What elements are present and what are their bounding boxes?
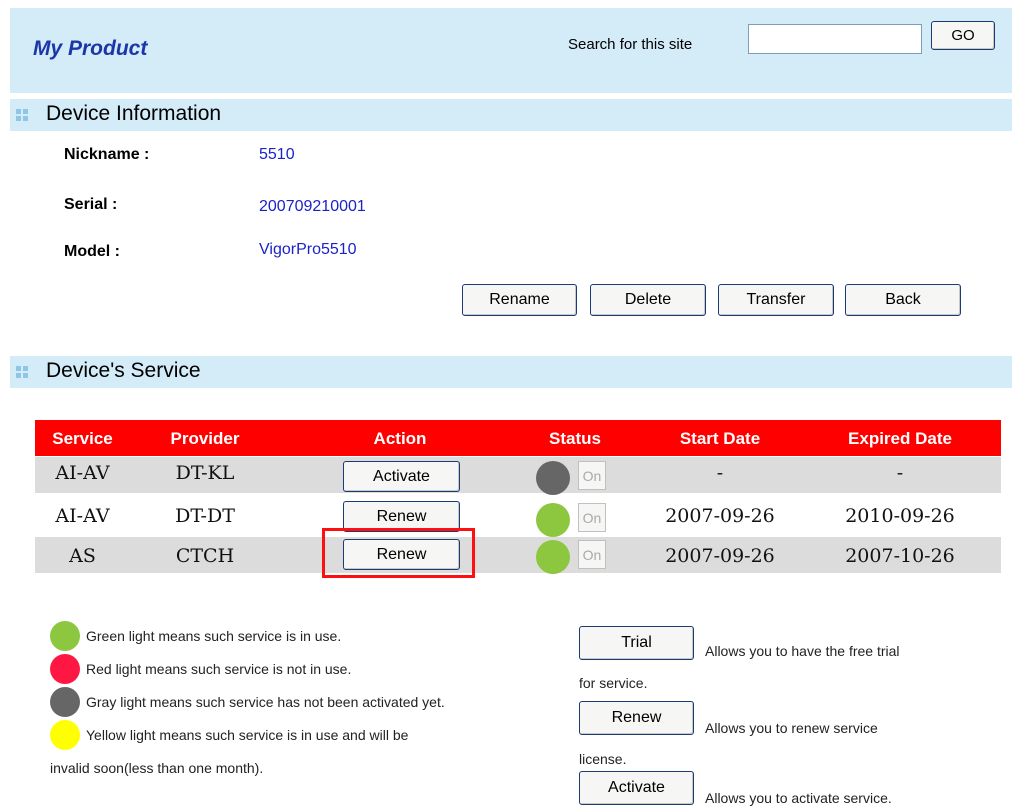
legend-gray-text: Gray light means such service has not be… [86,694,445,710]
status-light-green [536,503,570,537]
section-grid-icon [16,366,28,378]
row-expired-date: 2010-09-26 [845,505,955,527]
col-service: Service [52,429,113,448]
row-start-date: - [716,462,724,484]
back-button[interactable]: Back [845,284,961,316]
highlight-box [322,528,475,578]
row-expired-date: 2007-10-26 [845,545,955,567]
legend-yellow-text: Yellow light means such service is in us… [86,727,409,743]
rename-button[interactable]: Rename [462,284,577,316]
renew-help-text-cont: license. [579,751,627,767]
row-start-date: 2007-09-26 [665,505,775,527]
col-start-date: Start Date [679,429,761,448]
legend-yellow-text-cont: invalid soon(less than one month). [50,760,264,776]
col-provider: Provider [170,429,240,448]
green-light-icon [50,621,80,651]
gray-light-icon [50,687,80,717]
status-on-toggle: On [578,461,606,490]
legend-green-text: Green light means such service is in use… [86,628,342,644]
trial-button[interactable]: Trial [579,626,694,660]
activate-help-button[interactable]: Activate [579,771,694,805]
device-information-title: Device Information [46,102,222,125]
nickname-label: Nickname : [64,146,150,163]
row-service: AI-AV [55,462,110,484]
row-provider: CTCH [175,545,235,567]
col-action: Action [373,429,427,448]
row-expired-date: - [896,462,904,484]
status-light-green [536,540,570,574]
activate-help-text: Allows you to activate service. [705,790,892,806]
col-expired-date: Expired Date [848,429,952,448]
legend-red-text: Red light means such service is not in u… [86,661,352,677]
delete-button[interactable]: Delete [590,284,706,316]
renew-help-text: Allows you to renew service [705,720,878,736]
page-title: My Product [33,37,148,60]
trial-help-text: Allows you to have the free trial [705,643,900,659]
renew-help-button[interactable]: Renew [579,701,694,735]
search-label: Search for this site [568,36,693,53]
row-provider: DT-DT [175,505,235,527]
go-button[interactable]: GO [931,21,995,50]
nickname-value: 5510 [259,146,295,163]
row-provider: DT-KL [175,462,235,484]
model-value: VigorPro5510 [259,241,357,258]
serial-label: Serial : [64,196,118,213]
trial-help-text-cont: for service. [579,675,648,691]
transfer-button[interactable]: Transfer [718,284,834,316]
serial-value: 200709210001 [259,198,366,215]
row-service: AS [69,545,96,567]
section-grid-icon [16,109,28,121]
col-status: Status [549,429,601,448]
activate-button[interactable]: Activate [343,461,460,492]
row-start-date: 2007-09-26 [665,545,775,567]
row-service: AI-AV [55,505,110,527]
search-input[interactable] [748,24,922,54]
red-light-icon [50,654,80,684]
status-on-toggle: On [578,503,606,532]
status-light-gray [536,461,570,495]
yellow-light-icon [50,720,80,750]
device-service-title: Device's Service [46,359,201,382]
model-label: Model : [64,243,120,260]
status-on-toggle: On [578,540,606,569]
